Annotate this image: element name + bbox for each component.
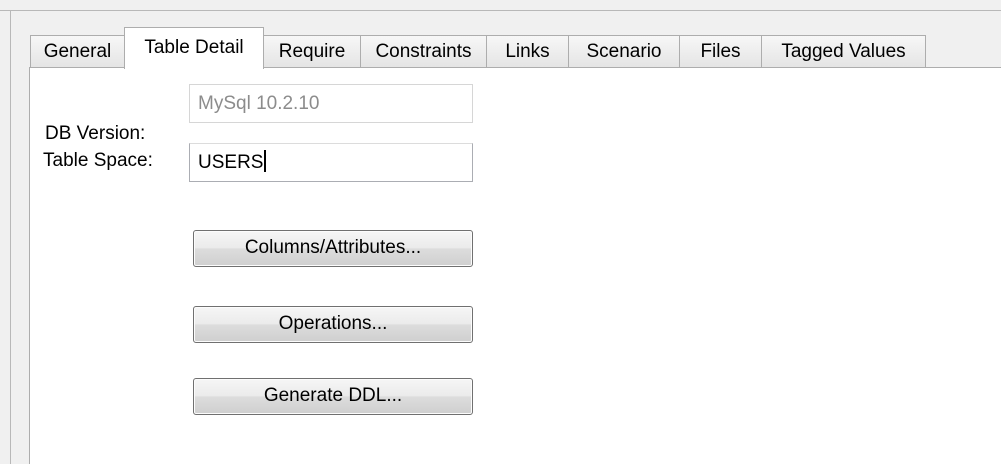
table-space-value: USERS xyxy=(198,152,264,173)
left-border xyxy=(10,10,11,464)
tab-links[interactable]: Links xyxy=(486,35,569,68)
db-version-value: MySql 10.2.10 xyxy=(198,93,320,114)
table-detail-panel xyxy=(29,67,1001,464)
tab-table-detail[interactable]: Table Detail xyxy=(124,27,264,69)
tab-files[interactable]: Files xyxy=(679,35,762,68)
operations-button[interactable]: Operations... xyxy=(193,306,473,343)
generate-ddl-button[interactable]: Generate DDL... xyxy=(193,378,473,415)
table-space-label: Table Space: xyxy=(43,150,153,171)
db-version-label: DB Version: xyxy=(45,123,146,144)
text-cursor xyxy=(264,150,267,172)
tab-tagged-values[interactable]: Tagged Values xyxy=(761,35,926,68)
top-border xyxy=(0,10,1001,11)
columns-attributes-button[interactable]: Columns/Attributes... xyxy=(193,230,473,267)
db-version-field: MySql 10.2.10 xyxy=(189,84,473,123)
tab-constraints[interactable]: Constraints xyxy=(360,35,487,68)
tab-general[interactable]: General xyxy=(30,35,125,68)
tab-require[interactable]: Require xyxy=(263,35,361,68)
table-properties-dialog: General Table Detail Require Constraints… xyxy=(0,0,1001,464)
table-space-field[interactable]: USERS xyxy=(189,143,473,182)
tab-scenario[interactable]: Scenario xyxy=(568,35,680,68)
